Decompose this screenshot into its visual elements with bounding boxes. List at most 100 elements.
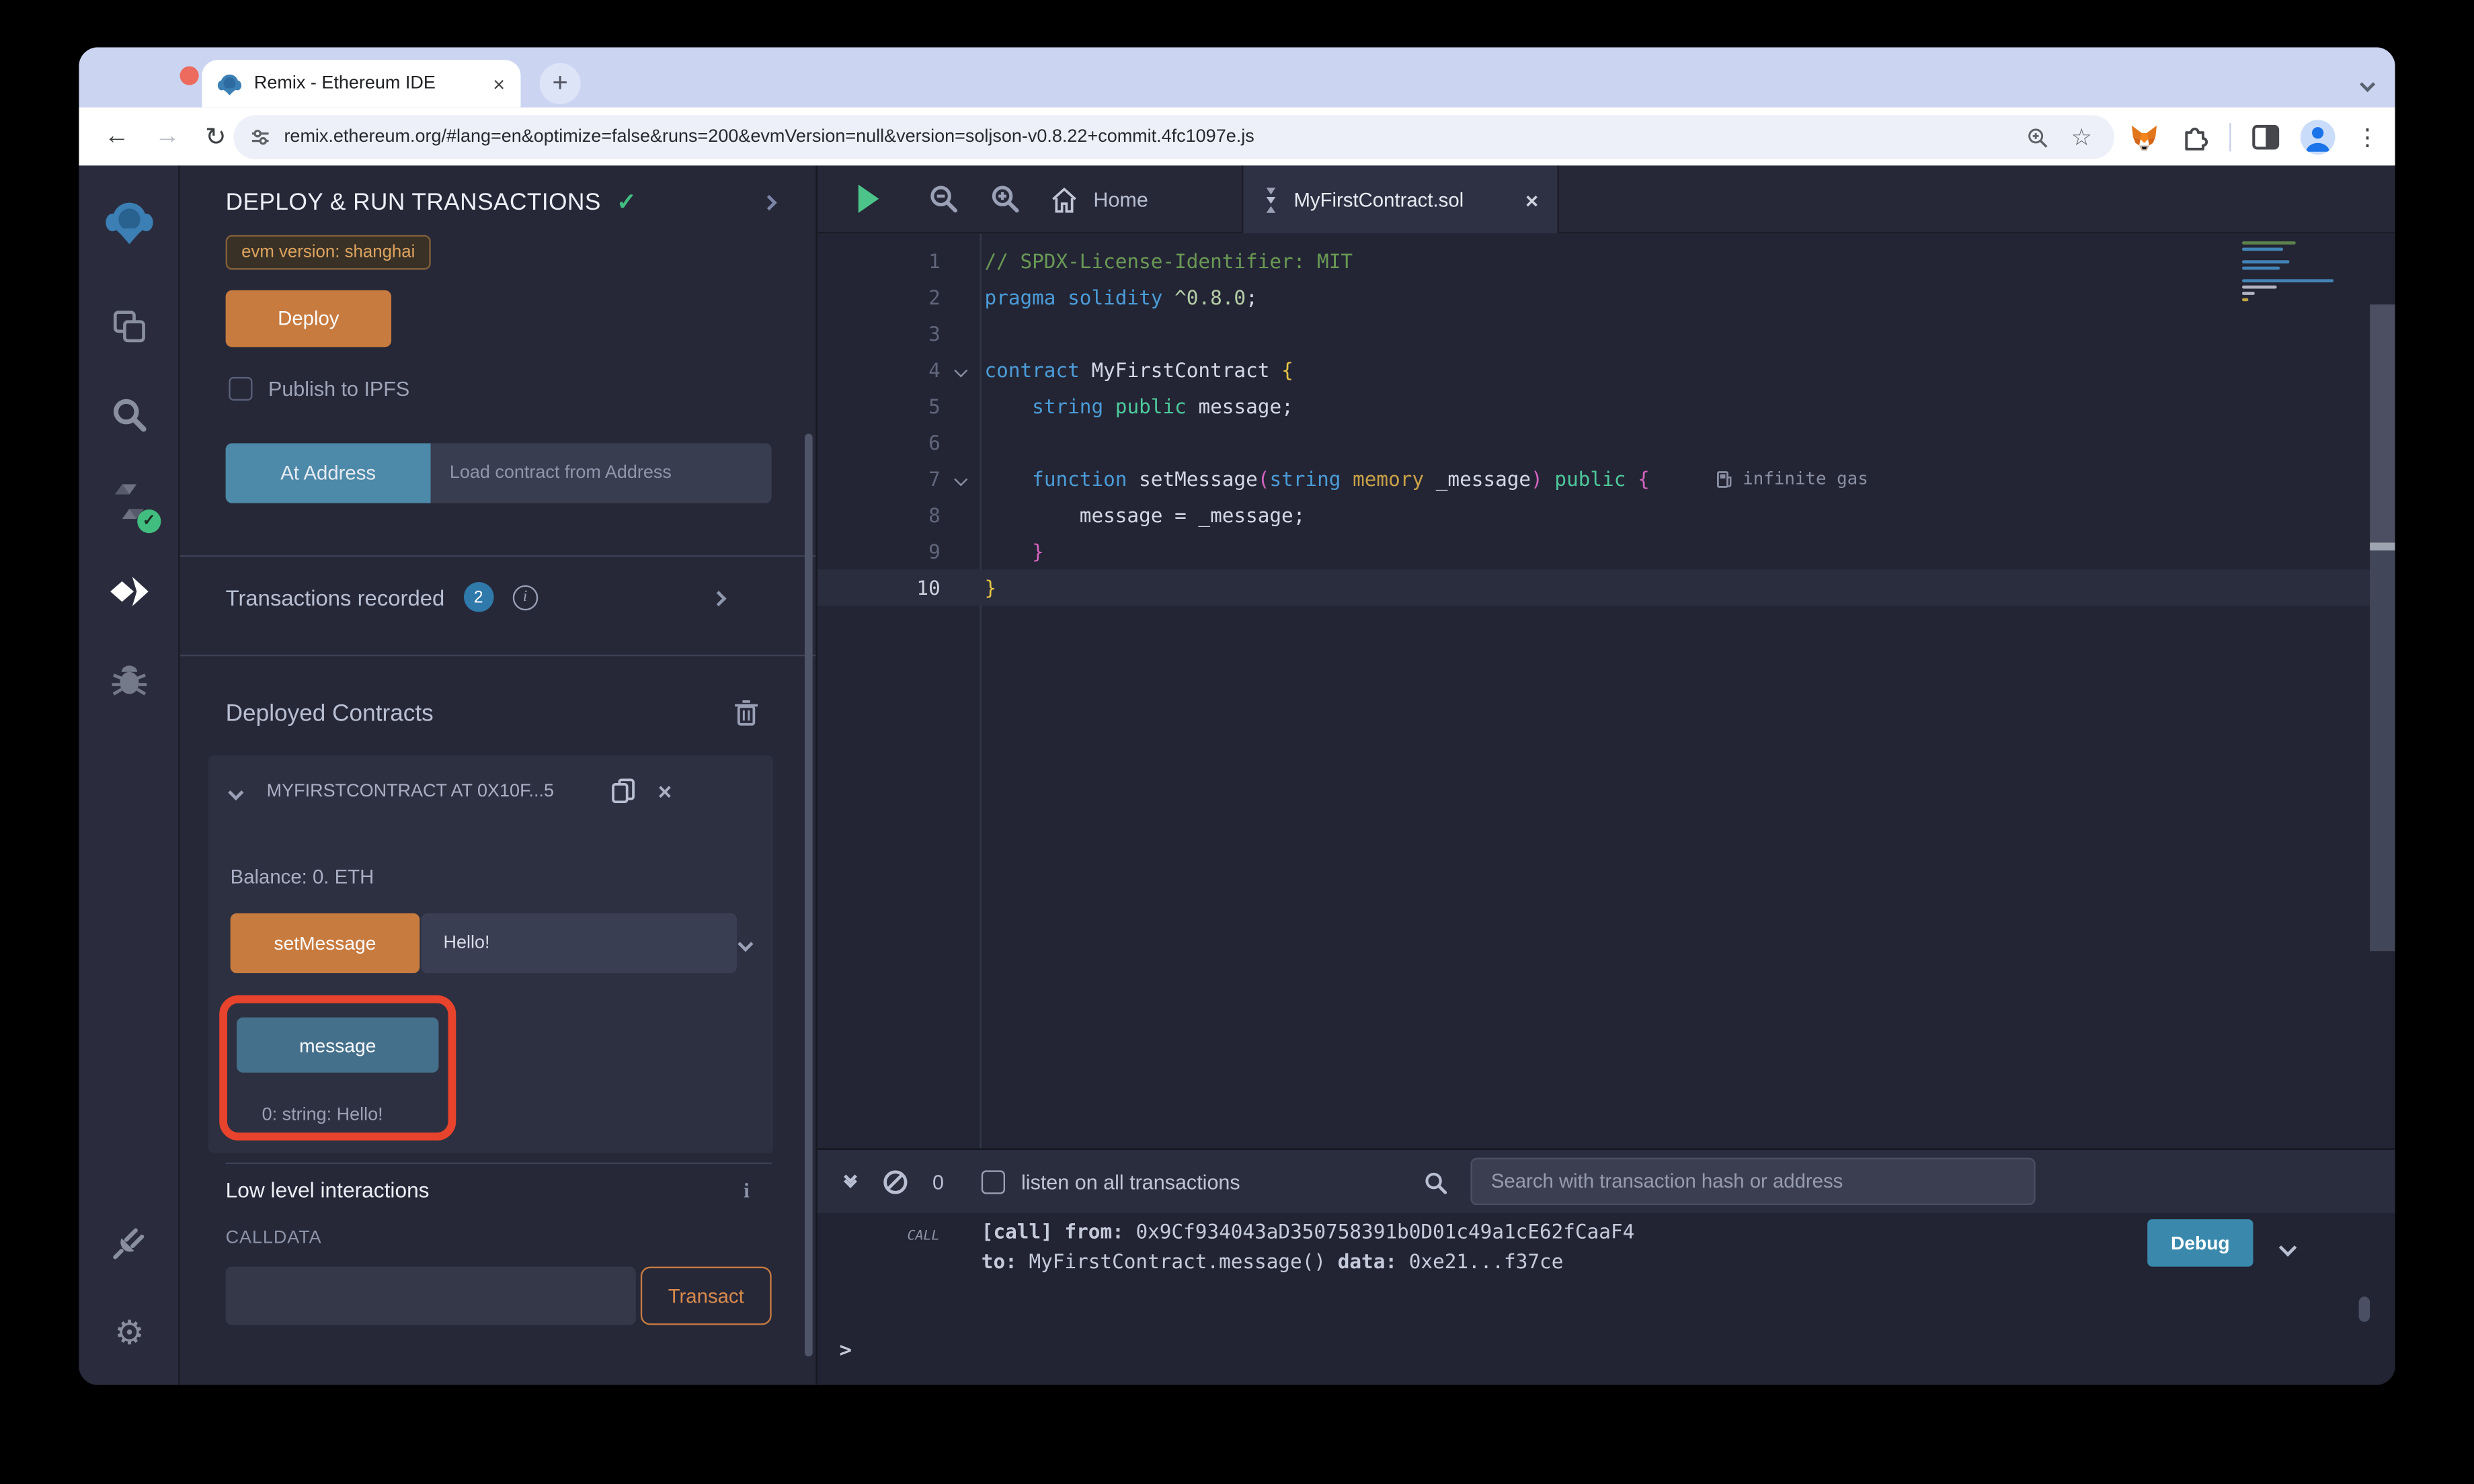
- back-icon[interactable]: ←: [104, 122, 130, 151]
- extensions-icon[interactable]: [2180, 123, 2208, 151]
- code-line[interactable]: 8 message = _message;: [817, 497, 2395, 533]
- close-window-button[interactable]: [180, 67, 199, 85]
- code-line[interactable]: 1// SPDX-License-Identifier: MIT: [817, 243, 2395, 279]
- calldata-label: CALLDATA: [226, 1229, 322, 1247]
- terminal-prompt[interactable]: >: [840, 1339, 852, 1363]
- profile-avatar[interactable]: [2301, 120, 2336, 155]
- transactions-expand-icon[interactable]: [713, 583, 724, 611]
- publish-ipfs-checkbox[interactable]: [229, 377, 252, 401]
- debugger-icon[interactable]: [79, 645, 179, 714]
- contract-close-icon[interactable]: ×: [658, 778, 672, 805]
- at-address-input[interactable]: [431, 443, 772, 503]
- calldata-input[interactable]: [226, 1267, 636, 1325]
- line-number: 6: [817, 431, 941, 454]
- chrome-menu-icon[interactable]: ⋮: [2356, 123, 2379, 151]
- code-line[interactable]: 3: [817, 315, 2395, 352]
- transactions-info-icon[interactable]: i: [512, 585, 538, 610]
- terminal: 0 listen on all transactions CALL: [817, 1149, 2395, 1385]
- message-button[interactable]: message: [237, 1018, 438, 1073]
- low-level-title: Low level interactions: [226, 1178, 430, 1202]
- browser-tab[interactable]: Remix - Ethereum IDE ×: [202, 60, 520, 107]
- terminal-collapse-icon[interactable]: [846, 1177, 855, 1186]
- line-number: 1: [817, 249, 941, 273]
- call-data: 0xe21...f37ce: [1409, 1249, 1564, 1273]
- zoom-in-icon[interactable]: [990, 183, 1021, 214]
- editor-scrollbar[interactable]: [2370, 304, 2395, 951]
- at-address-button[interactable]: At Address: [226, 443, 431, 503]
- file-tab-close-icon[interactable]: ×: [1525, 187, 1538, 212]
- code-line[interactable]: 5 string public message;: [817, 388, 2395, 424]
- setmessage-button[interactable]: setMessage: [231, 913, 420, 973]
- toolbar-divider: [2229, 123, 2231, 151]
- code-line[interactable]: 9 }: [817, 533, 2395, 569]
- code-line[interactable]: 10}: [817, 569, 2395, 606]
- panel-scrollbar[interactable]: [805, 434, 813, 1356]
- code-line[interactable]: 4contract MyFirstContract {: [817, 352, 2395, 388]
- side-panel-icon[interactable]: [2251, 124, 2280, 150]
- remix-favicon: [218, 72, 241, 95]
- fold-chevron-icon[interactable]: [941, 474, 980, 483]
- site-settings-icon[interactable]: [249, 126, 272, 149]
- contract-name[interactable]: MYFIRSTCONTRACT AT 0X10F...5: [267, 782, 611, 801]
- code-text: }: [980, 540, 1043, 563]
- compile-success-badge: ✓: [137, 509, 161, 533]
- clear-console-icon[interactable]: [883, 1169, 907, 1193]
- line-number: 3: [817, 322, 941, 345]
- gas-estimate-annotation: infinite gas: [1716, 468, 1868, 489]
- reload-icon[interactable]: ↻: [205, 121, 226, 153]
- run-script-icon[interactable]: [859, 185, 879, 213]
- settings-gear-icon[interactable]: ⚙: [79, 1298, 179, 1368]
- bookmark-star-icon[interactable]: ☆: [2071, 123, 2092, 151]
- panel-expand-icon[interactable]: [764, 188, 774, 216]
- pending-tx-count: 0: [932, 1169, 944, 1193]
- minimap[interactable]: [2239, 241, 2368, 431]
- main-area: Home MyFirstContract.sol × 1// SPDX-Lice…: [817, 165, 2395, 1385]
- browser-tabstrip: Remix - Ethereum IDE × +: [79, 47, 2395, 107]
- listen-transactions-checkbox[interactable]: [982, 1169, 1005, 1193]
- terminal-search-icon: [1423, 1170, 1449, 1196]
- line-number: 10: [817, 576, 941, 600]
- copy-icon[interactable]: [610, 778, 636, 806]
- trash-icon[interactable]: [733, 699, 759, 727]
- new-tab-button[interactable]: +: [540, 63, 581, 104]
- call-target: MyFirstContract.message(): [1029, 1249, 1326, 1273]
- solidity-compiler-icon[interactable]: ✓: [79, 467, 179, 536]
- transact-button[interactable]: Transact: [641, 1267, 772, 1325]
- zoom-out-icon[interactable]: [928, 183, 959, 214]
- address-bar[interactable]: remix.ethereum.org/#lang=en&optimize=fal…: [233, 115, 2114, 159]
- deploy-button[interactable]: Deploy: [226, 290, 391, 347]
- remix-logo[interactable]: [79, 188, 179, 257]
- log-expand-icon[interactable]: [2282, 1233, 2295, 1262]
- code-line[interactable]: 2pragma solidity ^0.8.0;: [817, 279, 2395, 315]
- deploy-run-icon[interactable]: [79, 556, 179, 626]
- deploy-run-panel: DEPLOY & RUN TRANSACTIONS ✓ evm version:…: [180, 165, 817, 1385]
- call-log-text: [call] from: 0x9Cf934043aD350758391b0D01…: [982, 1216, 1634, 1276]
- setmessage-input[interactable]: [422, 913, 737, 973]
- transactions-count-badge: 2: [463, 582, 493, 612]
- tab-close-icon[interactable]: ×: [493, 73, 505, 94]
- line-number: 5: [817, 395, 941, 418]
- terminal-scrollbar[interactable]: [2359, 1296, 2370, 1322]
- search-icon[interactable]: [79, 380, 179, 450]
- forward-icon[interactable]: →: [155, 122, 180, 151]
- fold-chevron-icon[interactable]: [941, 365, 980, 374]
- code-line[interactable]: 7 function setMessage(string memory _mes…: [817, 460, 2395, 497]
- code-line[interactable]: 6: [817, 424, 2395, 460]
- tab-myfirstcontract[interactable]: MyFirstContract.sol ×: [1242, 165, 1559, 233]
- code-editor[interactable]: 1// SPDX-License-Identifier: MIT2pragma …: [817, 233, 2395, 1148]
- file-explorer-icon[interactable]: [79, 292, 179, 361]
- home-tab-label: Home: [1093, 188, 1148, 211]
- debug-button[interactable]: Debug: [2147, 1219, 2253, 1266]
- metamask-icon[interactable]: [2128, 122, 2160, 153]
- setmessage-expand-icon[interactable]: [740, 929, 751, 957]
- low-level-info-icon[interactable]: i: [744, 1178, 750, 1204]
- plugin-manager-icon[interactable]: [79, 1208, 179, 1278]
- terminal-search-input[interactable]: [1470, 1158, 2035, 1205]
- code-text: contract MyFirstContract {: [980, 358, 1293, 382]
- tab-home[interactable]: Home: [1051, 165, 1148, 233]
- zoom-page-icon[interactable]: [2025, 126, 2048, 149]
- publish-ipfs-label: Publish to IPFS: [268, 377, 409, 401]
- contract-collapse-icon[interactable]: [231, 778, 241, 806]
- tab-search-icon[interactable]: [2362, 69, 2372, 97]
- line-number: 7: [817, 467, 941, 491]
